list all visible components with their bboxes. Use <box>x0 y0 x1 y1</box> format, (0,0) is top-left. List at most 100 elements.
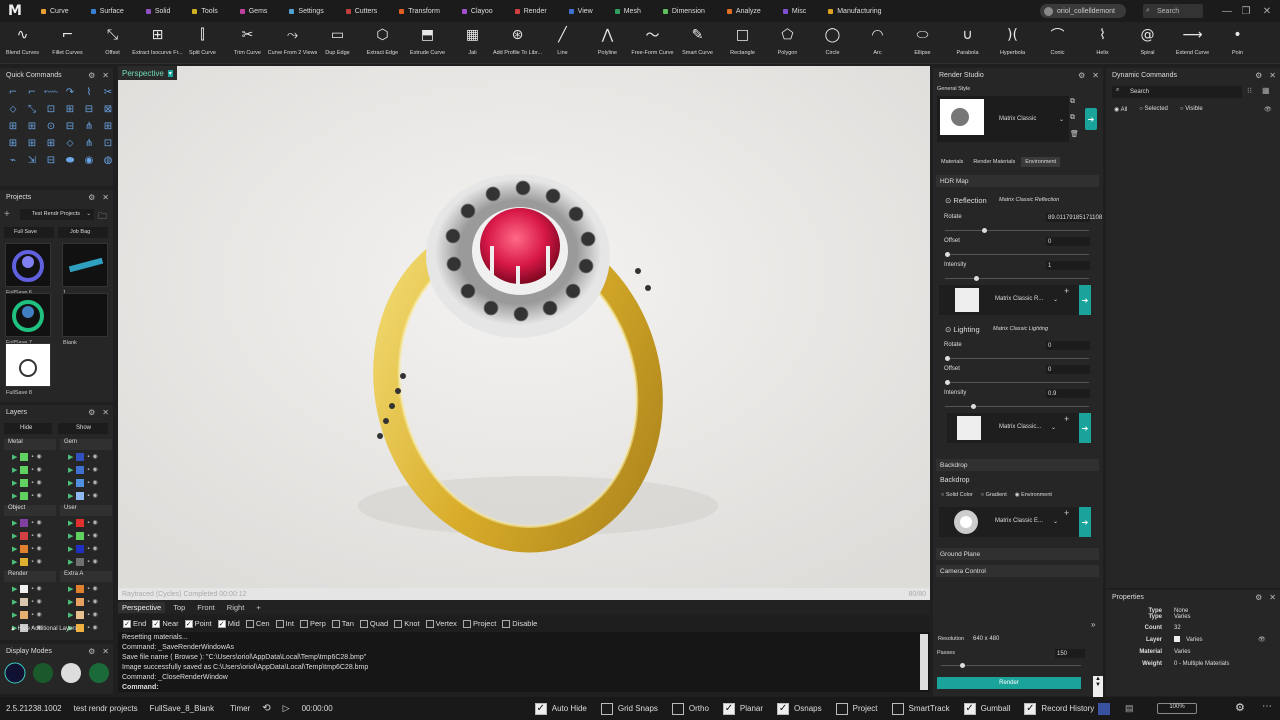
quick-command-icon[interactable]: ⌇ <box>82 85 96 99</box>
render-tab[interactable]: Materials <box>937 157 967 167</box>
layer-color-swatch[interactable] <box>20 465 29 474</box>
quick-command-icon[interactable]: ⬳ <box>44 85 58 99</box>
layer-row[interactable]: ▶ ▪ ◉ <box>60 608 112 621</box>
tool-rectangle[interactable]: □ Rectangle <box>720 22 765 64</box>
layer-color-swatch[interactable] <box>20 491 29 500</box>
folder-icon[interactable]: 🗀 <box>98 209 107 225</box>
snap-disable[interactable]: Disable <box>502 619 537 628</box>
menu-tab-gems[interactable]: Gems <box>229 0 279 22</box>
dynamic-search-input[interactable]: ⌕ Search <box>1112 86 1242 98</box>
expand-icon[interactable]: ▶ <box>68 453 73 461</box>
visibility-icon[interactable]: ◉ <box>37 598 42 605</box>
quick-command-icon[interactable]: ⬦ <box>63 136 77 150</box>
checkbox[interactable]: ✓ <box>123 619 131 628</box>
tool-circle[interactable]: ◯ Circle <box>810 22 855 64</box>
play-timer-icon[interactable]: ▷ <box>283 703 290 714</box>
view-tab[interactable]: Front <box>193 602 219 613</box>
expand-icon[interactable]: ▶ <box>68 466 73 474</box>
lock-icon[interactable]: ▪ <box>87 546 89 552</box>
lock-icon[interactable]: ▪ <box>87 520 89 526</box>
lighting-intensity-slider[interactable] <box>945 404 1089 409</box>
tool-trim[interactable]: ✂ Trim Curve <box>225 22 270 64</box>
reflection-rotate-field[interactable]: 89.01179185171108 <box>1046 213 1102 222</box>
layer-color-swatch[interactable] <box>20 518 29 527</box>
layer-color-swatch[interactable] <box>76 491 85 500</box>
visibility-icon[interactable]: ◉ <box>37 479 42 486</box>
lock-icon[interactable]: ▪ <box>87 559 89 565</box>
expand-icon[interactable]: ▶ <box>12 585 17 593</box>
checkbox[interactable]: ✓ <box>722 702 735 715</box>
layer-row[interactable]: ▶ ▪ ◉ <box>60 582 112 595</box>
expand-icon[interactable]: ▶ <box>68 479 73 487</box>
checkbox[interactable]: ✓ <box>777 702 790 715</box>
expand-icon[interactable]: ▶ <box>12 532 17 540</box>
snap-project[interactable]: Project <box>462 619 496 628</box>
more-icon[interactable]: ⋯ <box>1262 701 1272 712</box>
expand-icon[interactable]: ▶ <box>12 466 17 474</box>
layer-color-swatch[interactable] <box>76 597 85 606</box>
expand-icon[interactable]: ▶ <box>68 545 73 553</box>
quick-command-icon[interactable]: ✂ <box>101 85 115 99</box>
lock-icon[interactable]: ▪ <box>87 586 89 592</box>
checkbox[interactable] <box>462 619 471 628</box>
lock-icon[interactable]: ▪ <box>31 467 33 473</box>
layer-color-swatch[interactable] <box>20 452 29 461</box>
render-tab[interactable]: Environment <box>1021 157 1061 167</box>
expand-icon[interactable]: ▶ <box>68 532 73 540</box>
checkbox[interactable]: ✓ <box>217 619 226 628</box>
render-tab[interactable]: Render Materials <box>969 157 1019 167</box>
layer-color-swatch[interactable] <box>76 478 85 487</box>
expand-icon[interactable]: ▶ <box>68 492 73 500</box>
lock-icon[interactable]: ▪ <box>87 493 89 499</box>
visibility-icon[interactable]: ◉ <box>37 532 42 539</box>
toggle-smarttrack[interactable]: SmartTrack <box>891 702 956 715</box>
zoom-level[interactable]: 100% <box>1157 703 1197 714</box>
visibility-icon[interactable]: ◉ <box>93 466 98 473</box>
toggle-osnaps[interactable]: ✓ Osnaps <box>777 702 828 715</box>
layer-row[interactable]: ▶ ▪ ◉ <box>4 595 56 608</box>
checkbox[interactable]: ✓ <box>152 619 161 628</box>
lock-icon[interactable]: ▪ <box>87 599 89 605</box>
checkbox[interactable] <box>671 702 684 715</box>
layer-row[interactable]: ▶ ▪ ◉ <box>60 555 112 568</box>
settings-icon[interactable]: ⚙ <box>1235 701 1245 714</box>
visibility-icon[interactable]: ◉ <box>93 532 98 539</box>
lock-icon[interactable]: ▪ <box>31 520 33 526</box>
project-thumb[interactable]: Blank <box>62 293 108 346</box>
settings-icon[interactable]: ⚙ <box>1255 71 1262 80</box>
minimize-button[interactable]: — <box>1219 3 1235 19</box>
tool-profile[interactable]: ⊛ Add Profile To Libr... <box>493 22 542 64</box>
radio-icon[interactable]: ◉ <box>1114 107 1121 113</box>
tool-offset[interactable]: ⤡ Offset <box>90 22 135 64</box>
filter-option[interactable]: ○ Selected <box>1139 106 1168 113</box>
checkbox[interactable] <box>245 619 254 628</box>
project-thumb[interactable]: FullSave 7 <box>5 293 51 346</box>
visibility-icon[interactable]: ◉ <box>93 624 98 631</box>
tool-two-views[interactable]: ⤳ Curve From 2 Views <box>268 22 318 64</box>
checkbox[interactable]: ✓ <box>184 619 193 628</box>
layer-row[interactable]: ▶ ▪ ◉ <box>60 489 112 502</box>
lighting-offset-field[interactable]: 0 <box>1046 365 1090 374</box>
render-scroll[interactable]: ▲ ▼ <box>1093 676 1103 698</box>
visibility-icon[interactable]: ◉ <box>93 545 98 552</box>
delete-style-icon[interactable]: 🗑 <box>1070 130 1079 138</box>
quick-command-icon[interactable]: ⊞ <box>25 136 39 150</box>
add-icon[interactable]: + <box>1064 286 1069 296</box>
visibility-icon[interactable]: 👁 <box>1258 636 1266 643</box>
expand-icon[interactable]: ▶ <box>68 611 73 619</box>
checkbox[interactable] <box>299 619 308 628</box>
tool-arc[interactable]: ◠ Arc <box>855 22 900 64</box>
layer-row[interactable]: ▶ ▪ ◉ <box>60 516 112 529</box>
menu-tab-solid[interactable]: Solid <box>135 0 182 22</box>
quick-command-icon[interactable]: ⌁ <box>6 153 20 167</box>
lock-icon[interactable]: ▪ <box>31 454 33 460</box>
layer-row[interactable]: ▶ ▪ ◉ <box>4 608 56 621</box>
tool-split[interactable]: ⫿ Split Curve <box>180 22 225 64</box>
tool-fillet[interactable]: ⌐ Fillet Curves <box>45 22 90 64</box>
apply-reflection-button[interactable]: ➔ <box>1079 285 1091 315</box>
lock-icon[interactable]: ▪ <box>87 533 89 539</box>
snap-vertex[interactable]: Vertex <box>425 619 457 628</box>
menu-tab-tools[interactable]: Tools <box>181 0 228 22</box>
visibility-icon[interactable]: ◉ <box>93 585 98 592</box>
menu-tab-cutters[interactable]: Cutters <box>335 0 389 22</box>
